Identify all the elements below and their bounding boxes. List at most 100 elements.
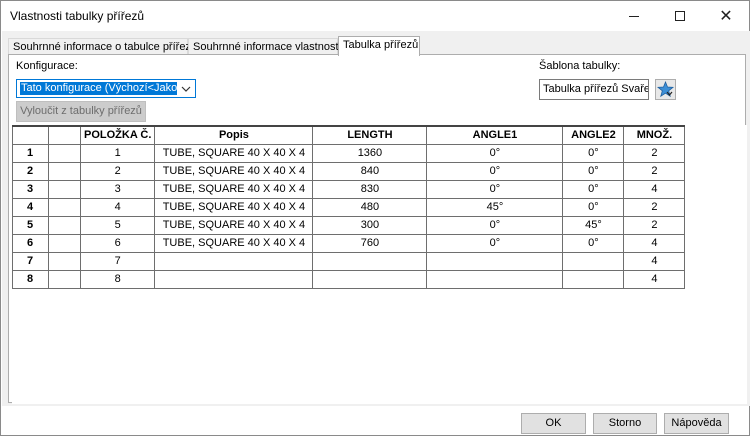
description-cell[interactable]: TUBE, SQUARE 40 X 40 X 4	[154, 197, 314, 217]
row-number-header[interactable]: 2	[12, 161, 49, 181]
description-cell[interactable]: TUBE, SQUARE 40 X 40 X 4	[154, 143, 314, 163]
row-number-header[interactable]: 8	[12, 269, 49, 289]
config-dropdown[interactable]: Tato konfigurace (Výchozí<Jako ob	[16, 79, 196, 98]
angle2-cell[interactable]: 0°	[562, 197, 625, 217]
cutlist-grid-area: POLOŽKA Č. Popis LENGTH ANGLE1 ANGLE2 MN…	[12, 125, 747, 404]
star-template-icon	[657, 81, 674, 98]
quantity-cell[interactable]: 2	[623, 197, 686, 217]
blank-cell[interactable]	[48, 215, 81, 235]
tab-label: Souhrnné informace vlastností	[193, 41, 342, 53]
description-cell[interactable]: TUBE, SQUARE 40 X 40 X 4	[154, 215, 314, 235]
ok-button[interactable]: OK	[521, 413, 586, 434]
item-number-cell[interactable]: 2	[79, 161, 156, 181]
table-row: 6 6 TUBE, SQUARE 40 X 40 X 4 760 0° 0° 4	[12, 233, 686, 253]
blank-cell[interactable]	[48, 143, 81, 163]
quantity-cell[interactable]: 2	[623, 215, 686, 235]
length-cell[interactable]: 1360	[312, 143, 428, 163]
angle2-cell[interactable]	[562, 251, 625, 271]
length-cell[interactable]: 830	[312, 179, 428, 199]
length-cell[interactable]	[312, 269, 428, 289]
row-number-header[interactable]: 4	[12, 197, 49, 217]
description-cell[interactable]	[154, 269, 314, 289]
item-number-cell[interactable]: 8	[79, 269, 156, 289]
length-cell[interactable]	[312, 251, 428, 271]
angle2-cell[interactable]: 0°	[562, 161, 625, 181]
angle2-cell[interactable]: 0°	[562, 233, 625, 253]
angle2-cell[interactable]: 0°	[562, 179, 625, 199]
blank-cell[interactable]	[48, 233, 81, 253]
angle1-cell[interactable]: 0°	[426, 179, 564, 199]
minimize-button[interactable]	[611, 1, 657, 31]
dialog-window: Vlastnosti tabulky přířezů ✕ Souhrnné in…	[0, 0, 750, 436]
description-cell[interactable]	[154, 251, 314, 271]
table-row: 8 8 4	[12, 269, 686, 289]
help-button[interactable]: Nápověda	[664, 413, 729, 434]
dialog-client: Souhrnné informace o tabulce přířezů Sou…	[2, 31, 750, 406]
angle1-cell[interactable]: 0°	[426, 233, 564, 253]
column-header-angle1[interactable]: ANGLE1	[426, 125, 564, 145]
quantity-cell[interactable]: 4	[623, 233, 686, 253]
cancel-button[interactable]: Storno	[593, 413, 657, 434]
angle2-cell[interactable]	[562, 269, 625, 289]
column-header-item-number[interactable]: POLOŽKA Č.	[79, 125, 156, 145]
config-value: Tato konfigurace (Výchozí<Jako ob	[20, 82, 177, 95]
angle2-cell[interactable]: 0°	[562, 143, 625, 163]
blank-cell[interactable]	[48, 251, 81, 271]
close-button[interactable]: ✕	[703, 1, 749, 31]
blank-cell[interactable]	[48, 161, 81, 181]
tab-panel: Konfigurace: Tato konfigurace (Výchozí<J…	[8, 54, 747, 404]
row-number-header[interactable]: 3	[12, 179, 49, 199]
row-number-header[interactable]: 7	[12, 251, 49, 271]
maximize-button[interactable]	[657, 1, 703, 31]
row-number-header[interactable]: 5	[12, 215, 49, 235]
item-number-cell[interactable]: 5	[79, 215, 156, 235]
angle1-cell[interactable]: 0°	[426, 215, 564, 235]
item-number-cell[interactable]: 7	[79, 251, 156, 271]
column-header-length[interactable]: LENGTH	[312, 125, 428, 145]
chevron-down-icon	[181, 86, 191, 92]
exclude-from-cutlist-button[interactable]: Vyloučit z tabulky přířezů	[16, 101, 146, 122]
quantity-cell[interactable]: 4	[623, 251, 686, 271]
tab-properties-summary[interactable]: Souhrnné informace vlastností	[188, 38, 342, 55]
table-row: 7 7 4	[12, 251, 686, 271]
length-cell[interactable]: 480	[312, 197, 428, 217]
length-cell[interactable]: 760	[312, 233, 428, 253]
quantity-cell[interactable]: 4	[623, 179, 686, 199]
column-header-quantity[interactable]: MNOŽ.	[623, 125, 686, 145]
angle1-cell[interactable]: 0°	[426, 161, 564, 181]
row-number-header[interactable]: 1	[12, 143, 49, 163]
description-cell[interactable]: TUBE, SQUARE 40 X 40 X 4	[154, 179, 314, 199]
template-field[interactable]: Tabulka přířezů Svařen	[539, 79, 649, 100]
blank-cell[interactable]	[48, 269, 81, 289]
minimize-icon	[629, 15, 639, 17]
angle1-cell[interactable]: 0°	[426, 143, 564, 163]
item-number-cell[interactable]: 6	[79, 233, 156, 253]
angle2-cell[interactable]: 45°	[562, 215, 625, 235]
item-number-cell[interactable]: 3	[79, 179, 156, 199]
column-header-angle2[interactable]: ANGLE2	[562, 125, 625, 145]
blank-cell[interactable]	[48, 179, 81, 199]
tab-cutlist-summary[interactable]: Souhrnné informace o tabulce přířezů	[8, 38, 197, 55]
item-number-cell[interactable]: 4	[79, 197, 156, 217]
column-header-description[interactable]: Popis	[154, 125, 314, 145]
angle1-cell[interactable]	[426, 251, 564, 271]
blank-cell[interactable]	[48, 197, 81, 217]
item-number-cell[interactable]: 1	[79, 143, 156, 163]
template-browse-button[interactable]	[655, 79, 676, 100]
cutlist-table: POLOŽKA Č. Popis LENGTH ANGLE1 ANGLE2 MN…	[12, 125, 686, 289]
row-number-header[interactable]: 6	[12, 233, 49, 253]
description-cell[interactable]: TUBE, SQUARE 40 X 40 X 4	[154, 161, 314, 181]
description-cell[interactable]: TUBE, SQUARE 40 X 40 X 4	[154, 233, 314, 253]
angle1-cell[interactable]: 45°	[426, 197, 564, 217]
length-cell[interactable]: 840	[312, 161, 428, 181]
length-cell[interactable]: 300	[312, 215, 428, 235]
corner-cell[interactable]	[12, 125, 49, 145]
quantity-cell[interactable]: 4	[623, 269, 686, 289]
blank-header-cell[interactable]	[48, 125, 81, 145]
quantity-cell[interactable]: 2	[623, 161, 686, 181]
table-row: 2 2 TUBE, SQUARE 40 X 40 X 4 840 0° 0° 2	[12, 161, 686, 181]
tab-cutlist-table[interactable]: Tabulka přířezů	[338, 36, 420, 56]
quantity-cell[interactable]: 2	[623, 143, 686, 163]
tab-label: Tabulka přířezů	[343, 39, 419, 51]
angle1-cell[interactable]	[426, 269, 564, 289]
